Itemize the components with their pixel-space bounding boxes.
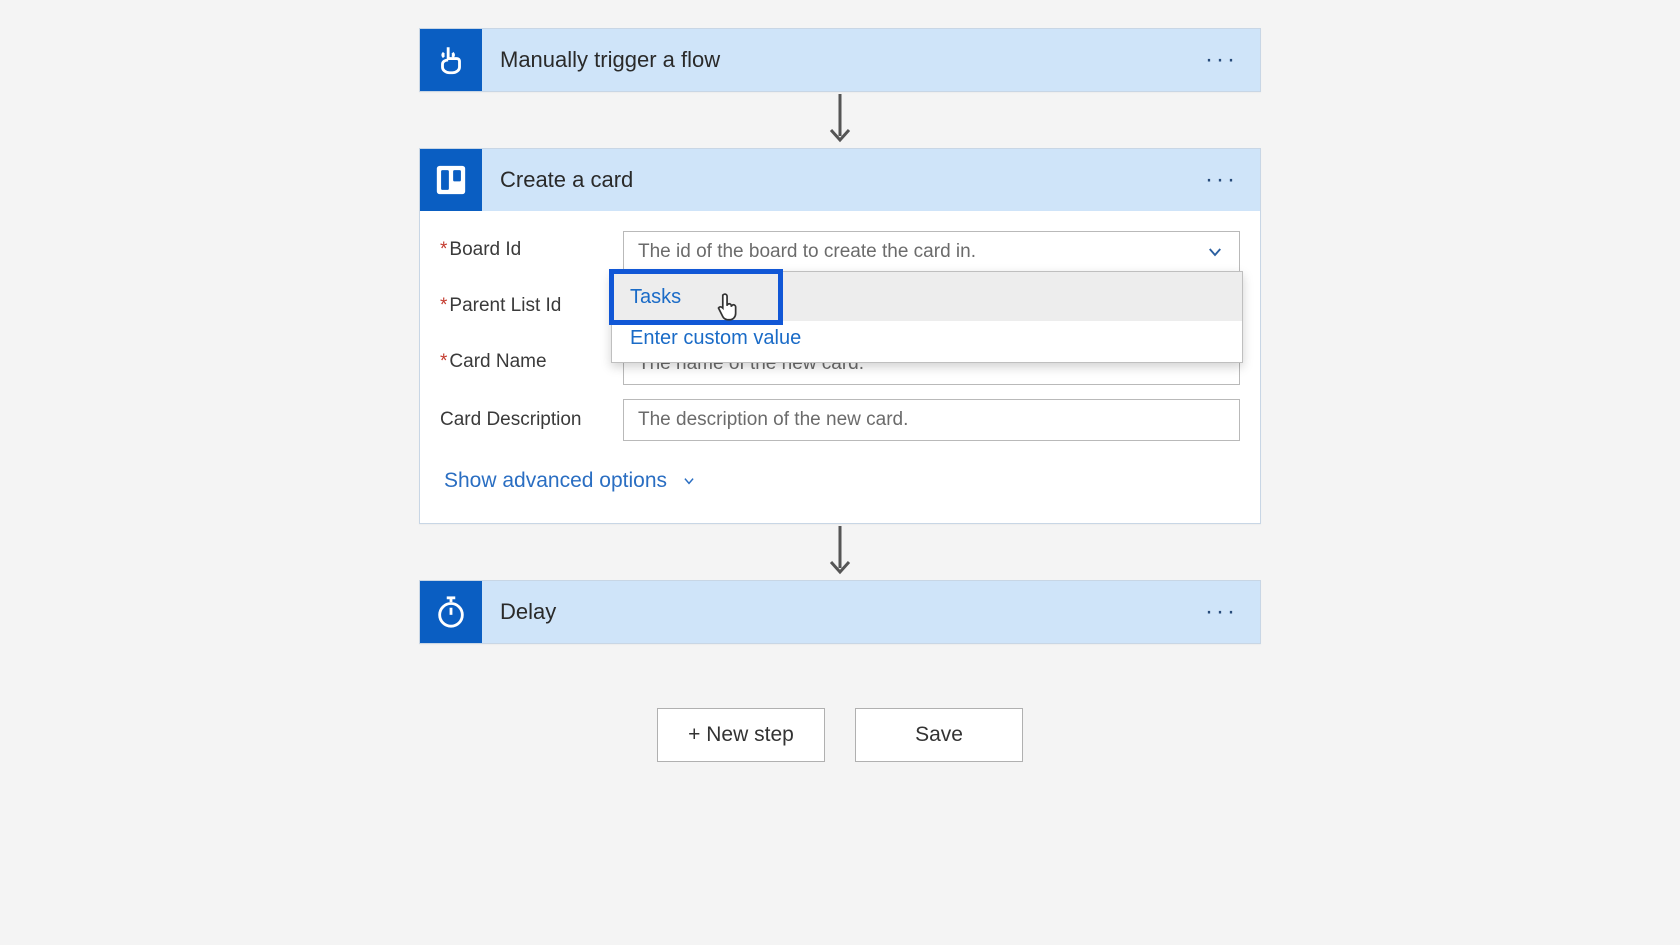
show-advanced-toggle[interactable]: Show advanced options xyxy=(444,469,699,493)
create-card-title: Create a card xyxy=(482,167,1183,193)
create-card-header[interactable]: Create a card ··· xyxy=(420,149,1260,211)
trigger-step[interactable]: Manually trigger a flow ··· xyxy=(419,28,1261,92)
trello-icon xyxy=(420,149,482,211)
chevron-down-icon xyxy=(679,474,699,488)
board-id-placeholder: The id of the board to create the card i… xyxy=(638,241,976,263)
delay-menu-icon[interactable]: ··· xyxy=(1183,598,1260,626)
card-description-row: Card Description The description of the … xyxy=(440,399,1240,441)
new-step-button[interactable]: + New step xyxy=(657,708,825,762)
create-card-menu-icon[interactable]: ··· xyxy=(1183,166,1260,194)
parent-list-label: *Parent List Id xyxy=(440,287,623,317)
delay-header[interactable]: Delay ··· xyxy=(420,581,1260,643)
trigger-header[interactable]: Manually trigger a flow ··· xyxy=(420,29,1260,91)
dropdown-item-tasks[interactable]: Tasks xyxy=(612,272,1242,321)
connector-arrow xyxy=(0,92,1680,148)
create-card-step[interactable]: Create a card ··· *Board Id The id of th… xyxy=(419,148,1261,524)
trigger-title: Manually trigger a flow xyxy=(482,47,1183,73)
card-description-label: Card Description xyxy=(440,399,623,431)
board-id-label: *Board Id xyxy=(440,231,623,261)
timer-icon xyxy=(420,581,482,643)
trigger-menu-icon[interactable]: ··· xyxy=(1183,46,1260,74)
board-id-dropdown[interactable]: Tasks Enter custom value xyxy=(611,271,1243,363)
dropdown-item-custom[interactable]: Enter custom value xyxy=(612,321,1242,362)
board-id-row: *Board Id The id of the board to create … xyxy=(440,231,1240,273)
create-card-body: *Board Id The id of the board to create … xyxy=(420,211,1260,523)
card-description-input[interactable]: The description of the new card. xyxy=(623,399,1240,441)
save-button[interactable]: Save xyxy=(855,708,1023,762)
card-description-placeholder: The description of the new card. xyxy=(638,409,908,431)
delay-title: Delay xyxy=(482,599,1183,625)
card-name-label: *Card Name xyxy=(440,343,623,373)
chevron-down-icon[interactable] xyxy=(1204,243,1226,267)
connector-arrow xyxy=(0,524,1680,580)
delay-step[interactable]: Delay ··· xyxy=(419,580,1261,644)
manual-trigger-icon xyxy=(420,29,482,91)
board-id-select[interactable]: The id of the board to create the card i… xyxy=(623,231,1240,273)
footer-buttons: + New step Save xyxy=(0,708,1680,762)
